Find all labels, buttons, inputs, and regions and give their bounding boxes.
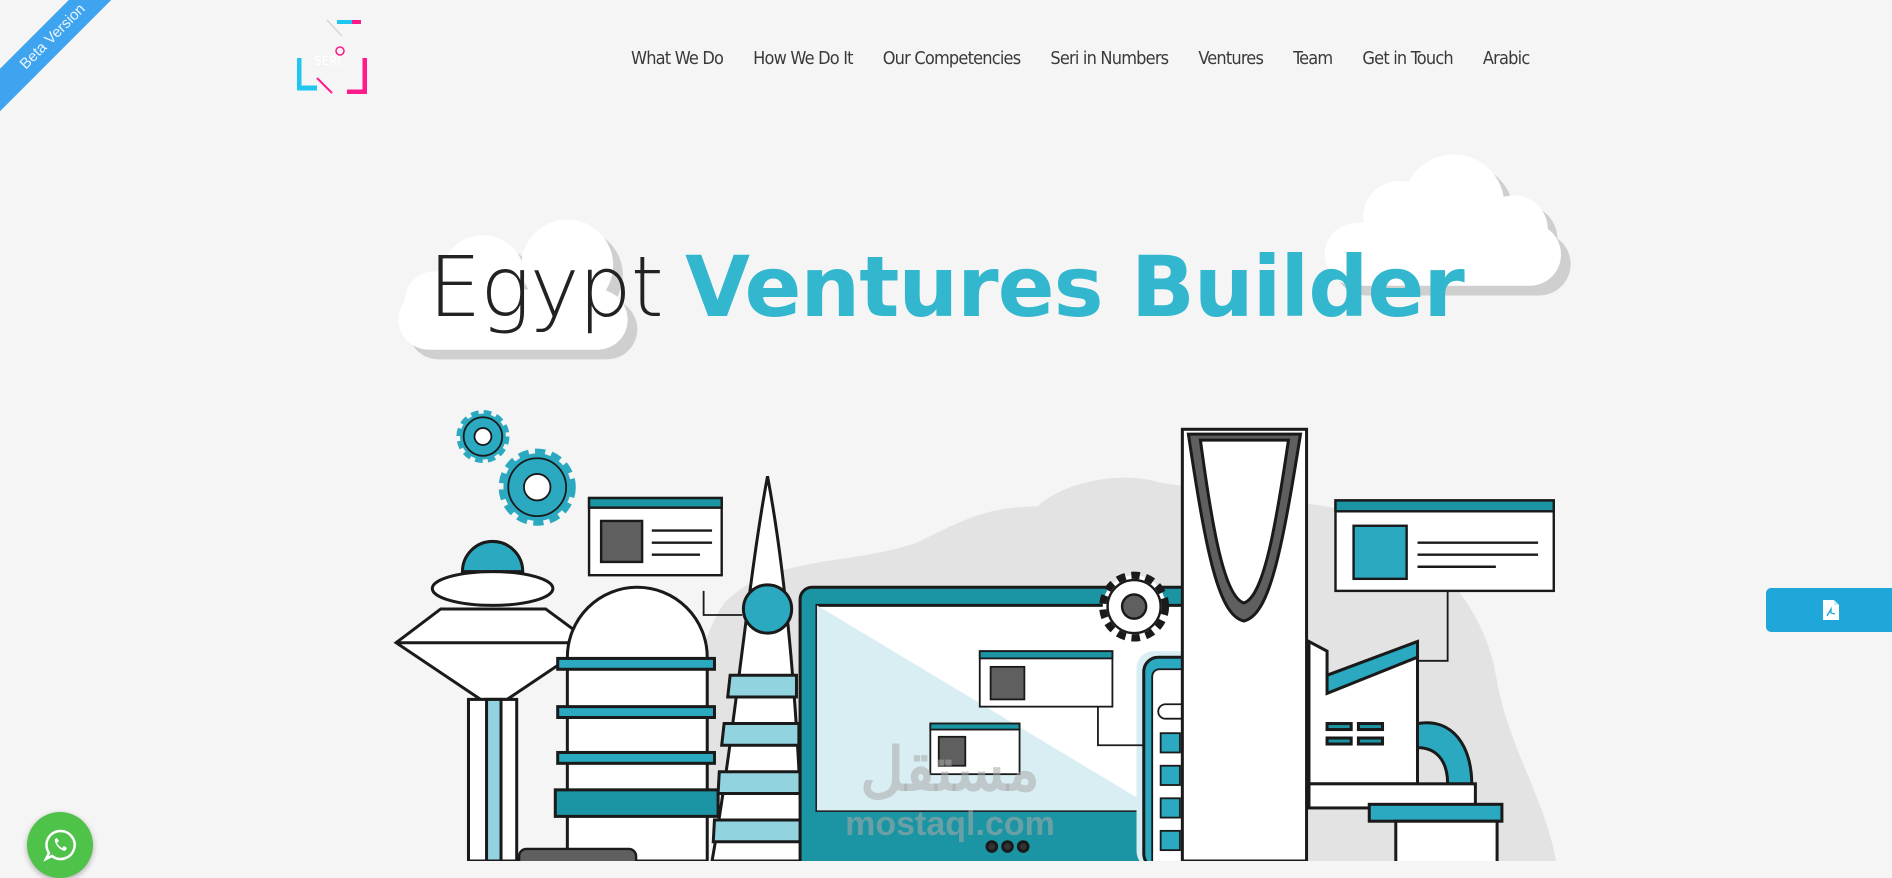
whatsapp-button[interactable] [27,812,93,878]
watermark-arabic: مستقل [860,736,1040,803]
hero-title-light: Egypt [428,238,663,336]
info-card [587,496,723,577]
hero-illustration [393,154,1571,861]
pdf-download-button[interactable] [1766,588,1892,632]
file-pdf-icon [1823,600,1839,620]
gear-icon [456,410,576,526]
kingdom-tower [1180,427,1309,861]
hero-title: Egypt Ventures Builder [0,238,1892,336]
hero-title-bold: Ventures Builder [685,238,1465,336]
gear-icon [1099,571,1170,642]
dome-building [553,585,720,861]
grill-element [517,847,638,861]
info-card [1334,499,1555,593]
watermark-latin: mostaql.com [845,805,1055,843]
whatsapp-icon [43,829,76,862]
